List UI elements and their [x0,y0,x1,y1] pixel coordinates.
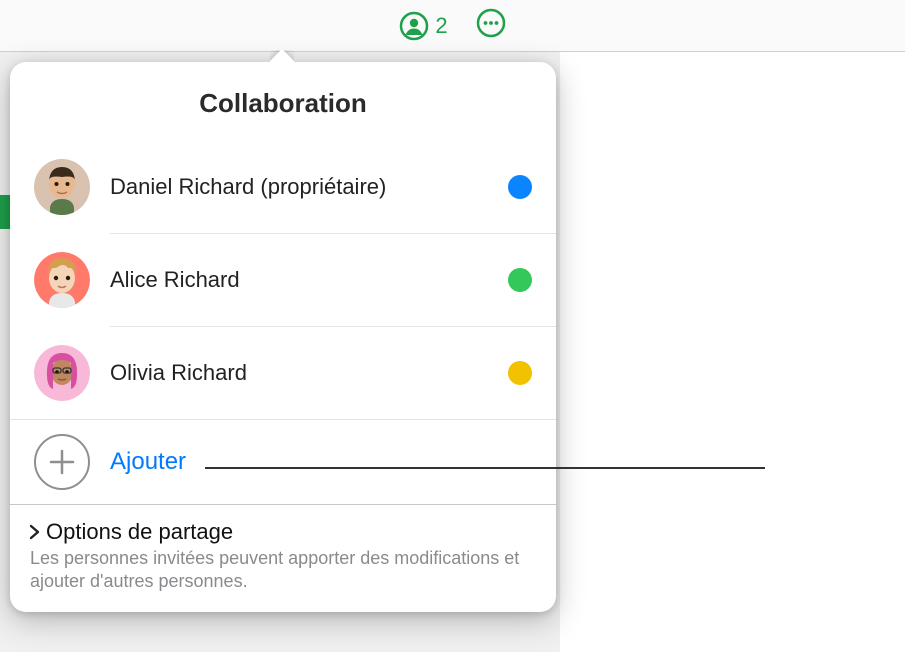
popover-title: Collaboration [10,62,556,141]
status-dot [508,361,532,385]
share-options-row[interactable]: Options de partage Les personnes invitée… [10,504,556,612]
collaborator-name: Alice Richard [110,267,508,293]
collaborator-row[interactable]: Alice Richard [110,233,556,326]
collaborator-row[interactable]: Daniel Richard (propriétaire) [34,141,556,233]
collaborator-name: Olivia Richard [110,360,508,386]
avatar [34,159,90,215]
callout-line [205,467,765,469]
plus-circle-icon [34,434,90,490]
memoji-icon [34,345,90,401]
share-options-title: Options de partage [46,519,233,545]
sheet-tab-indicator [0,195,10,229]
avatar [34,345,90,401]
avatar [34,252,90,308]
share-options-description: Les personnes invitées peuvent apporter … [26,547,540,594]
person-circle-icon [399,11,429,41]
ellipsis-circle-icon [476,8,506,38]
memoji-icon [34,159,90,215]
more-toolbar-button[interactable] [476,8,506,43]
collaboration-popover: Collaboration Daniel Richard (propriétai… [10,62,556,612]
add-people-button[interactable]: Ajouter [10,419,556,504]
collaboration-toolbar-button[interactable]: 2 [399,11,447,41]
status-dot [508,268,532,292]
add-label: Ajouter [110,448,186,476]
status-dot [508,175,532,199]
popover-caret [270,50,294,63]
chevron-right-icon [26,523,42,541]
toolbar: 2 [0,0,905,52]
collab-count: 2 [435,13,447,39]
collaborator-list: Daniel Richard (propriétaire) Alice R [10,141,556,419]
memoji-icon [34,252,90,308]
collaborator-row[interactable]: Olivia Richard [110,326,556,419]
collaborator-name: Daniel Richard (propriétaire) [110,174,508,200]
